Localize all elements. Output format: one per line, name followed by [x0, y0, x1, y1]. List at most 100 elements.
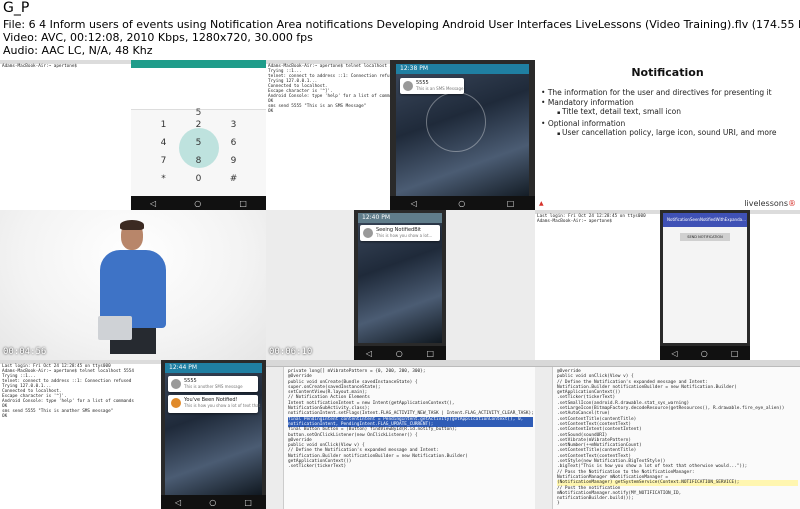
phone-status-bar: 12:40 PM [358, 213, 442, 223]
thumb-phone-notification-1[interactable]: 12:38 PM 5555 This is an SMS Message ◁ ○… [390, 60, 535, 210]
notification-text: This is how you show a lot of text that [184, 403, 261, 408]
notification-card-1[interactable]: 5555 This is another SMS message [168, 376, 258, 392]
recents-icon[interactable]: □ [507, 199, 515, 208]
recents-icon[interactable]: □ [427, 349, 435, 358]
thumb-dialer[interactable]: 5 123456789*0# ✆ ◁ ○ □ [131, 60, 266, 210]
slide-bullet: Optional information [541, 119, 777, 129]
code-line: } [557, 501, 560, 507]
app-screen: NotificationSeenNotifiedWithExpanda... S… [663, 213, 747, 343]
send-notification-button[interactable]: SEND NOTIFICATION [680, 233, 730, 241]
timestamp: 00:04:56 [3, 347, 47, 357]
home-icon[interactable]: ○ [458, 199, 465, 208]
thumb-terminal-app[interactable]: Last login: Fri Oct 24 12:28:45 on ttys0… [535, 210, 800, 360]
brand-logo: livelessons® [744, 199, 796, 208]
terminal-lines: Adams-MacBook-Air:~ apertone$ telnet loc… [266, 64, 390, 114]
code-lines: @Override public void onClick(View v) { /… [557, 369, 798, 507]
thumb-slide[interactable]: Notification The information for the use… [535, 60, 800, 210]
notification-text: This is an SMS Message [416, 86, 464, 91]
slide-bullet: The information for the user and directi… [541, 88, 777, 98]
recents-icon[interactable]: □ [239, 199, 247, 208]
slide-bullet: Title text, detail text, small icon [541, 107, 777, 119]
thumbnail-grid: Adams-MacBook-Air:~ apertone$ 5 12345678… [0, 60, 800, 509]
notification-card-2[interactable]: You've Been Notified! This is how you sh… [168, 395, 261, 413]
terminal-line: OK [2, 414, 8, 419]
dial-key[interactable]: 2 [181, 120, 216, 130]
app-icon [363, 228, 373, 238]
thumb-terminal-3[interactable]: Adams-MacBook-Air:~ apertone$ telnet loc… [266, 60, 390, 210]
recents-icon[interactable]: □ [731, 349, 739, 358]
terminal-line: OK [268, 109, 274, 114]
terminal-lines: Adams-MacBook-Air:~ apertone$ [0, 64, 131, 69]
back-icon[interactable]: ◁ [150, 199, 156, 208]
thumb-terminal-1[interactable]: Adams-MacBook-Air:~ apertone$ [0, 60, 131, 210]
dial-key[interactable]: 3 [216, 120, 251, 130]
home-icon[interactable]: ○ [209, 498, 216, 507]
home-icon[interactable]: ○ [396, 349, 403, 358]
slide-title: Notification [631, 66, 704, 79]
dial-key[interactable]: 8 [181, 156, 216, 166]
phone-bezel: 12:40 PM Seeing NotifiedBit This is how … [354, 210, 446, 360]
status-bar [131, 60, 266, 68]
thumb-ide-2[interactable]: @Override public void onClick(View v) { /… [535, 360, 800, 509]
android-navbar: ◁ ○ □ [660, 346, 750, 360]
recents-icon[interactable]: □ [244, 498, 252, 507]
dialer-screen: 5 123456789*0# ✆ ◁ ○ □ [131, 60, 266, 210]
file-info: File: 6 4 Inform users of events using N… [3, 18, 800, 31]
audio-info: Audio: AAC LC, N/A, 48 Khz [3, 44, 153, 57]
thumb-phone-notification-2[interactable]: 12:40 PM Seeing NotifiedBit This is how … [266, 210, 535, 360]
message-icon [403, 81, 413, 91]
code-editor[interactable]: private long[] mVibratePattern = {0, 200… [266, 367, 535, 509]
dial-key[interactable]: 9 [216, 156, 251, 166]
back-icon[interactable]: ◁ [672, 349, 678, 358]
clock-face [426, 92, 486, 152]
phone-bezel: NotificationSeenNotifiedWithExpanda... S… [660, 210, 750, 360]
back-icon[interactable]: ◁ [366, 349, 372, 358]
dial-key[interactable]: 6 [216, 138, 251, 148]
slide-bullet: User cancellation policy, large icon, so… [541, 128, 777, 140]
phone-screen: 12:44 PM 5555 This is another SMS messag… [165, 363, 262, 495]
home-icon[interactable]: ○ [194, 199, 201, 208]
terminal-line: Android Console: type 'help' for a list … [268, 94, 390, 99]
thumb-terminal-9[interactable]: Last login: Fri Oct 24 12:28:45 on ttys0… [0, 360, 161, 509]
code-editor[interactable]: @Override public void onClick(View v) { /… [535, 367, 800, 509]
dial-key[interactable]: # [216, 174, 251, 184]
app-bar: NotificationSeenNotifiedWithExpanda... [663, 213, 747, 227]
back-icon[interactable]: ◁ [175, 498, 181, 507]
phone-status-bar: 12:44 PM [165, 363, 262, 373]
dial-key[interactable]: 1 [146, 120, 181, 130]
code-line: .setTicker(tickerText) [288, 464, 347, 470]
dial-key[interactable]: 4 [146, 138, 181, 148]
editor-tabs[interactable] [266, 360, 535, 367]
code-lines: private long[] mVibratePattern = {0, 200… [288, 369, 534, 470]
home-icon[interactable]: ○ [701, 349, 708, 358]
line-gutter [266, 367, 284, 509]
dial-key[interactable]: 7 [146, 156, 181, 166]
android-navbar: ◁ ○ □ [390, 196, 535, 210]
message-icon [171, 379, 181, 389]
dial-key[interactable]: 5 [181, 138, 216, 148]
back-icon[interactable]: ◁ [411, 199, 417, 208]
terminal-line: Adams-MacBook-Air:~ apertone$ [2, 64, 78, 69]
android-navbar: ◁ ○ □ [131, 196, 266, 210]
notification-text: This is another SMS message [184, 384, 243, 389]
phone-status-bar: 12:38 PM [396, 64, 529, 74]
pearson-mark-icon: ▲ [539, 200, 544, 207]
terminal-lines: Last login: Fri Oct 24 12:28:45 on ttys0… [0, 364, 161, 419]
phone-screen: 12:40 PM Seeing NotifiedBit This is how … [358, 213, 442, 343]
header-title: G_P [3, 0, 30, 16]
timestamp: 00:06:10 [269, 347, 313, 357]
info-header: G_P File: 6 4 Inform users of events usi… [0, 0, 800, 60]
line-gutter [535, 367, 553, 509]
dialed-digit: 5 [195, 108, 202, 118]
dial-key[interactable]: 0 [181, 174, 216, 184]
dial-key[interactable]: * [146, 174, 181, 184]
dialer-keypad: 1 2 3 4 5 6 7 8 9 * 0 # [146, 120, 251, 184]
editor-tabs[interactable] [535, 360, 800, 367]
brand-name: livelessons [744, 199, 788, 208]
notification-card[interactable]: Seeing NotifiedBit This is how you show … [360, 225, 440, 241]
thumb-ide-1[interactable]: private long[] mVibratePattern = {0, 200… [266, 360, 535, 509]
thumb-phone-notification-3[interactable]: 12:44 PM 5555 This is another SMS messag… [161, 360, 266, 509]
thumb-presenter[interactable]: 00:04:56 [0, 210, 266, 360]
notification-text: This is how you show a lot... [376, 233, 433, 238]
brand-mark: ® [788, 199, 796, 208]
